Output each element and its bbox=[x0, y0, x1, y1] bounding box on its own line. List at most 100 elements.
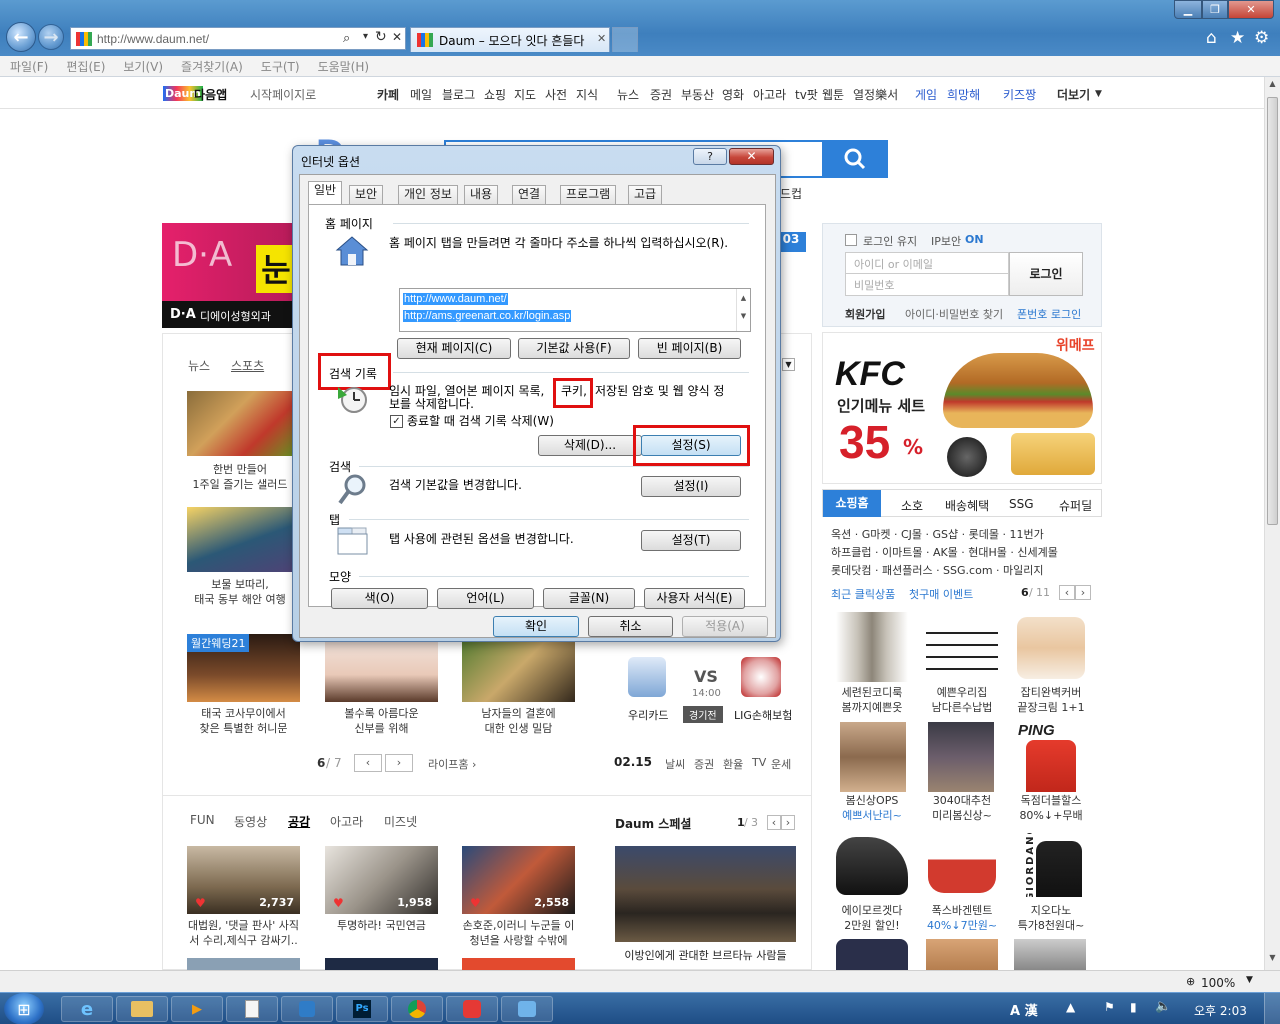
tab-programs[interactable]: 프로그램 bbox=[560, 185, 617, 204]
delete-on-exit-label[interactable]: 종료할 때 검색 기록 삭제(W) bbox=[407, 415, 554, 428]
favorites-star-icon[interactable]: ★ bbox=[1230, 28, 1245, 48]
fonts-button[interactable]: 글꼴(N) bbox=[543, 588, 635, 609]
login-button[interactable]: 로그인 bbox=[1009, 252, 1083, 296]
tab-general[interactable]: 일반 bbox=[308, 181, 343, 205]
nav-dictionary[interactable]: 사전 bbox=[545, 86, 567, 103]
taskbar-notepad-icon[interactable] bbox=[226, 996, 278, 1022]
use-blank-button[interactable]: 빈 페이지(B) bbox=[638, 338, 741, 359]
news-caption-5[interactable]: 남자들의 결혼에 대한 인생 밀담 bbox=[462, 706, 575, 736]
product-caption-3[interactable]: 잡티완벽커버 끝장크림 1+1 bbox=[1009, 685, 1093, 715]
news-thumb-3[interactable]: 월간웨딩21 bbox=[187, 634, 300, 702]
nav-webtoon[interactable]: 웹툰 bbox=[822, 86, 844, 103]
tab-privacy[interactable]: 개인 정보 bbox=[398, 185, 458, 204]
fun-caption-3[interactable]: 손호준,이러니 누군들 이 청년을 사랑할 수밖에 bbox=[462, 918, 575, 948]
team1-name[interactable]: 우리카드 bbox=[628, 707, 668, 723]
fun-caption-1[interactable]: 대법원, '댓글 판사' 사직 서 수리,제식구 감싸기.. bbox=[187, 918, 300, 948]
shop-tab-ssg[interactable]: SSG bbox=[1009, 497, 1034, 511]
shop-tab-superdeal[interactable]: 슈퍼딜 bbox=[1059, 497, 1092, 514]
nav-game[interactable]: 게임 bbox=[915, 86, 937, 103]
search-settings-button[interactable]: 설정(I) bbox=[641, 476, 741, 497]
start-button[interactable]: ⊞ bbox=[4, 993, 44, 1024]
fun-caption-2[interactable]: 투명하라! 국민연금 bbox=[325, 918, 438, 933]
new-tab-button[interactable] bbox=[612, 27, 638, 52]
search-icon[interactable]: ⌕ bbox=[343, 31, 350, 46]
scroll-thumb[interactable] bbox=[1267, 97, 1278, 525]
product-caption-2[interactable]: 예쁜우리집 남다른수납법 bbox=[920, 685, 1004, 715]
login-pw-field[interactable]: 비밀번호 bbox=[845, 274, 1009, 296]
startpage-link[interactable]: 시작페이지로 bbox=[250, 86, 316, 103]
fun-thumb-4[interactable] bbox=[187, 958, 300, 970]
tv-link[interactable]: TV bbox=[752, 756, 766, 769]
colors-button[interactable]: 색(O) bbox=[331, 588, 428, 609]
news-caption-1[interactable]: 한번 만들어 1주일 즐기는 샐러드 bbox=[187, 462, 293, 492]
main-search-button[interactable] bbox=[822, 140, 888, 178]
product-caption-4[interactable]: 봄신상OPS 예쁘서난리~ bbox=[830, 793, 914, 823]
languages-button[interactable]: 언어(L) bbox=[437, 588, 534, 609]
nav-realestate[interactable]: 부동산 bbox=[681, 86, 714, 103]
product-thumb-2[interactable] bbox=[926, 622, 998, 672]
fun-thumb-3[interactable]: ♥ 2,558 bbox=[462, 846, 575, 914]
tab-close-icon[interactable]: ✕ bbox=[597, 32, 606, 45]
nav-movie[interactable]: 영화 bbox=[722, 86, 744, 103]
page-scrollbar[interactable]: ▲ ▼ bbox=[1264, 77, 1280, 970]
dialog-help-button[interactable]: ? bbox=[693, 148, 727, 165]
product-thumb-10[interactable] bbox=[836, 939, 908, 970]
kfc-ad-banner[interactable]: 위메프 KFC 인기메뉴 세트 35 % bbox=[822, 332, 1102, 484]
recent-click-link[interactable]: 최근 클릭상품 bbox=[831, 586, 895, 602]
exchange-link[interactable]: 환율 bbox=[723, 756, 743, 772]
keep-login-checkbox[interactable] bbox=[845, 234, 857, 246]
nav-passion[interactable]: 열정樂서 bbox=[853, 86, 898, 103]
zoom-level[interactable]: 100% bbox=[1201, 976, 1235, 990]
zoom-dropdown-icon[interactable]: ▼ bbox=[1246, 975, 1253, 985]
list-scrollbar[interactable]: ▲ ▼ bbox=[736, 289, 750, 331]
nav-mail[interactable]: 메일 bbox=[410, 86, 432, 103]
use-default-button[interactable]: 기본값 사용(F) bbox=[518, 338, 630, 359]
nav-more[interactable]: 더보기 bbox=[1057, 86, 1090, 103]
browser-tab-daum[interactable]: Daum – 모으다 잇다 흔들다 ✕ bbox=[410, 27, 610, 52]
product-thumb-11[interactable] bbox=[926, 939, 998, 970]
ime-indicator[interactable]: A 漢 bbox=[1010, 1000, 1038, 1019]
tab-agora[interactable]: 아고라 bbox=[330, 813, 363, 830]
stop-icon[interactable]: ✕ bbox=[392, 30, 402, 44]
product-thumb-5[interactable] bbox=[928, 722, 994, 792]
scroll-up-icon[interactable]: ▲ bbox=[1267, 79, 1278, 93]
dialog-close-button[interactable]: ✕ bbox=[729, 148, 774, 165]
nav-stock[interactable]: 증권 bbox=[650, 86, 672, 103]
show-desktop-button[interactable] bbox=[1264, 993, 1280, 1024]
product-caption-8[interactable]: 폭스바겐텐트 40%↓7만원~ bbox=[920, 903, 1004, 933]
shop-tab-home[interactable]: 쇼핑홈 bbox=[823, 490, 881, 517]
nav-news[interactable]: 뉴스 bbox=[617, 86, 639, 103]
taskbar-red-app-icon[interactable] bbox=[446, 996, 498, 1022]
taskbar-photoshop-icon[interactable]: Ps bbox=[336, 996, 388, 1022]
home-icon[interactable]: ⌂ bbox=[1206, 28, 1217, 48]
refresh-icon[interactable]: ↻ bbox=[375, 29, 387, 45]
life-next-button[interactable]: › bbox=[385, 754, 413, 772]
fun-thumb-5[interactable] bbox=[325, 958, 438, 970]
product-thumb-7[interactable] bbox=[836, 837, 908, 895]
life-home-link[interactable]: 라이프홈 › bbox=[428, 756, 476, 772]
delete-on-exit-checkbox[interactable]: ✓ bbox=[390, 415, 403, 428]
taskbar-explorer-icon[interactable] bbox=[116, 996, 168, 1022]
tab-fun[interactable]: FUN bbox=[190, 813, 215, 827]
fun-thumb-1[interactable]: ♥ 2,737 bbox=[187, 846, 300, 914]
special-caption[interactable]: 이방인에게 관대한 브르타뉴 사람들 bbox=[615, 947, 796, 963]
login-id-field[interactable]: 아이디 or 이메일 bbox=[845, 252, 1009, 274]
product-thumb-9[interactable]: GIORDANO bbox=[1014, 833, 1086, 897]
apply-button[interactable]: 적용(A) bbox=[682, 616, 768, 637]
news-thumb-4[interactable] bbox=[325, 634, 438, 702]
news-dropdown-icon[interactable]: ▼ bbox=[782, 358, 795, 371]
tab-mizz[interactable]: 미즈넷 bbox=[384, 813, 417, 830]
tab-news[interactable]: 뉴스 bbox=[188, 357, 210, 374]
product-thumb-6[interactable]: PING bbox=[1016, 722, 1086, 792]
product-thumb-3[interactable] bbox=[1017, 617, 1085, 679]
fun-thumb-6[interactable] bbox=[462, 958, 575, 970]
back-button[interactable]: ← bbox=[6, 22, 36, 52]
delete-history-button[interactable]: 삭제(D)... bbox=[538, 435, 642, 456]
daum-app-link[interactable]: 다음앱 bbox=[194, 86, 227, 103]
product-caption-1[interactable]: 세련된코디룩 봄까지예쁜옷 bbox=[830, 685, 914, 715]
stock-link[interactable]: 증권 bbox=[694, 756, 714, 772]
shop-links-2[interactable]: 하프클럽 · 이마트몰 · AK몰 · 현대H몰 · 신세계몰 bbox=[831, 544, 1058, 560]
menu-file[interactable]: 파일(F) bbox=[10, 58, 48, 75]
menu-help[interactable]: 도움말(H) bbox=[318, 58, 370, 75]
news-caption-2[interactable]: 보물 보따리, 태국 동부 해안 여행 bbox=[187, 577, 293, 607]
